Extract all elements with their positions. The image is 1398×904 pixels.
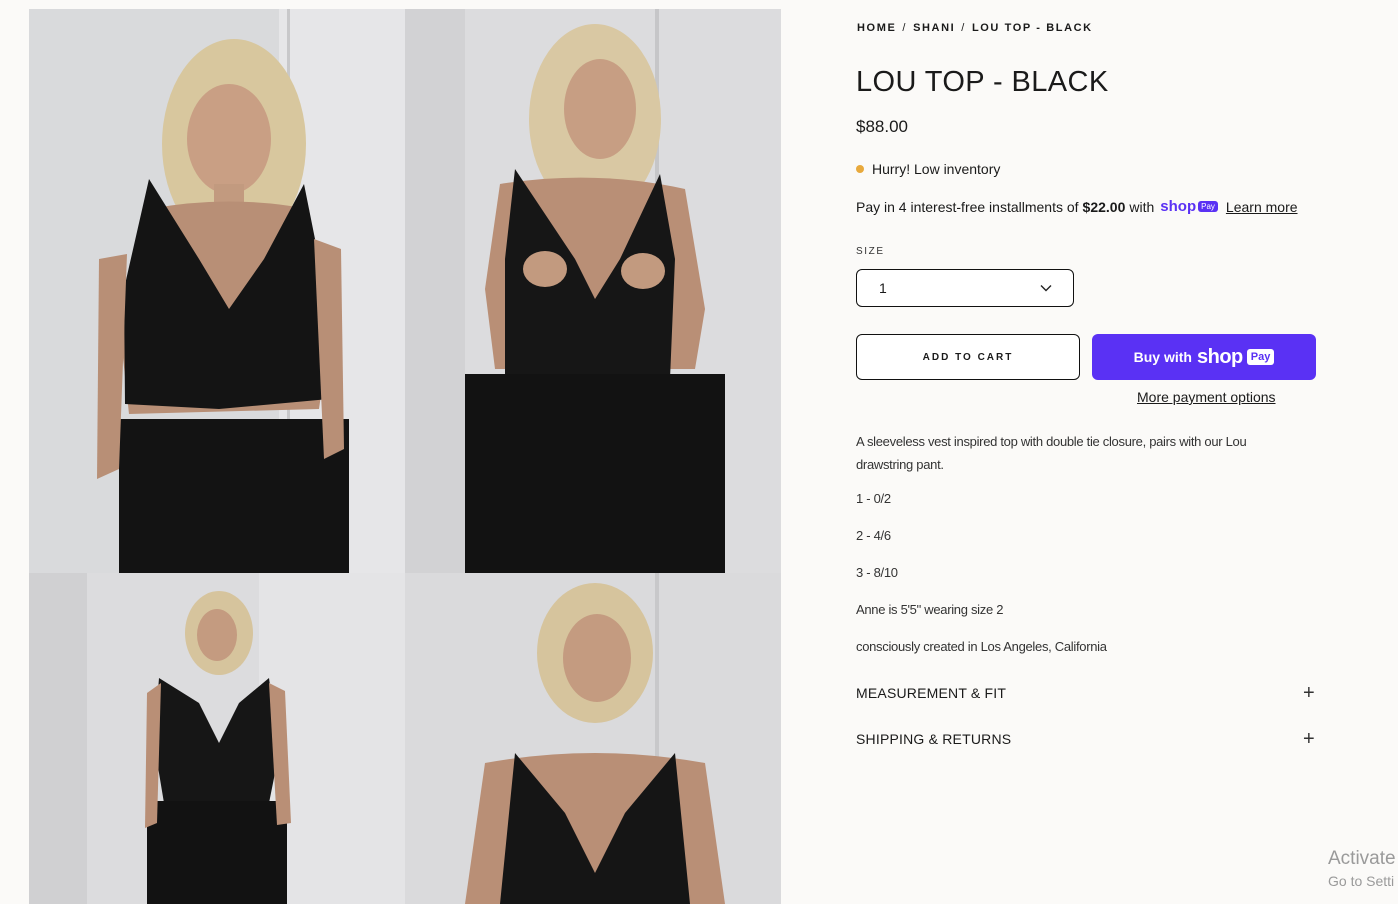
installments-with: with [1129, 198, 1155, 215]
product-image-4[interactable] [405, 573, 781, 904]
shop-logo-text: shop [1160, 198, 1197, 215]
watermark-line-1: Activate [1328, 848, 1396, 869]
accordion-shipping-returns[interactable]: SHIPPING & RETURNS + [856, 729, 1316, 749]
size-guide-3: 3 - 8/10 [856, 565, 898, 580]
product-image-2[interactable] [405, 9, 781, 573]
breadcrumb-separator: / [902, 22, 908, 34]
installments-prefix: Pay in 4 interest-free installments of [856, 198, 1079, 215]
pay-badge: Pay [1246, 349, 1275, 365]
size-select-value: 1 [879, 280, 887, 296]
size-select[interactable]: 1 [856, 269, 1074, 307]
model-note: Anne is 5'5" wearing size 2 [856, 602, 1004, 617]
installments-banner: Pay in 4 interest-free installments of $… [856, 198, 1298, 215]
size-label: SIZE [856, 246, 885, 257]
watermark-line-2: Go to Setti [1328, 873, 1395, 889]
shop-pay-badge: Pay [1198, 201, 1218, 212]
stock-dot-icon [856, 165, 864, 173]
product-price: $88.00 [856, 117, 908, 136]
size-guide-1: 1 - 0/2 [856, 491, 891, 506]
accordion-measurement-fit[interactable]: MEASUREMENT & FIT + [856, 683, 1316, 703]
buy-with-text: Buy with [1133, 349, 1192, 365]
buy-with-shop-pay-button[interactable]: Buy with shop Pay [1092, 334, 1316, 380]
chevron-down-icon [1040, 285, 1052, 292]
stock-status: Hurry! Low inventory [856, 161, 1000, 177]
breadcrumb: HOME / SHANI / LOU TOP - BLACK [857, 22, 1093, 34]
origin-note: consciously created in Los Angeles, Cali… [856, 639, 1107, 654]
product-image-3[interactable] [29, 573, 405, 904]
accordion-label: SHIPPING & RETURNS [856, 731, 1012, 747]
plus-icon[interactable]: + [1302, 729, 1316, 749]
accordion-label: MEASUREMENT & FIT [856, 685, 1007, 701]
stock-status-text: Hurry! Low inventory [872, 161, 1001, 177]
shop-logo-icon: shop [1196, 345, 1243, 368]
plus-icon[interactable]: + [1302, 683, 1316, 703]
product-title: LOU TOP - BLACK [856, 66, 1109, 98]
product-description: A sleeveless vest inspired top with doub… [856, 434, 1247, 472]
shop-pay-logo-icon: shop Pay [1160, 198, 1218, 215]
breadcrumb-current: LOU TOP - BLACK [971, 22, 1093, 34]
breadcrumb-separator: / [961, 22, 966, 34]
installments-amount: $22.00 [1082, 198, 1126, 215]
add-to-cart-button[interactable]: ADD TO CART [856, 334, 1080, 380]
breadcrumb-collection[interactable]: SHANI [913, 22, 955, 34]
activation-watermark: Activate Go to Setti [1328, 848, 1396, 889]
more-payment-options-link[interactable]: More payment options [1137, 389, 1276, 405]
product-gallery [29, 9, 781, 904]
learn-more-link[interactable]: Learn more [1226, 199, 1298, 215]
breadcrumb-home[interactable]: HOME [857, 22, 896, 34]
size-guide-2: 2 - 4/6 [856, 528, 891, 543]
product-image-1[interactable] [29, 9, 405, 573]
